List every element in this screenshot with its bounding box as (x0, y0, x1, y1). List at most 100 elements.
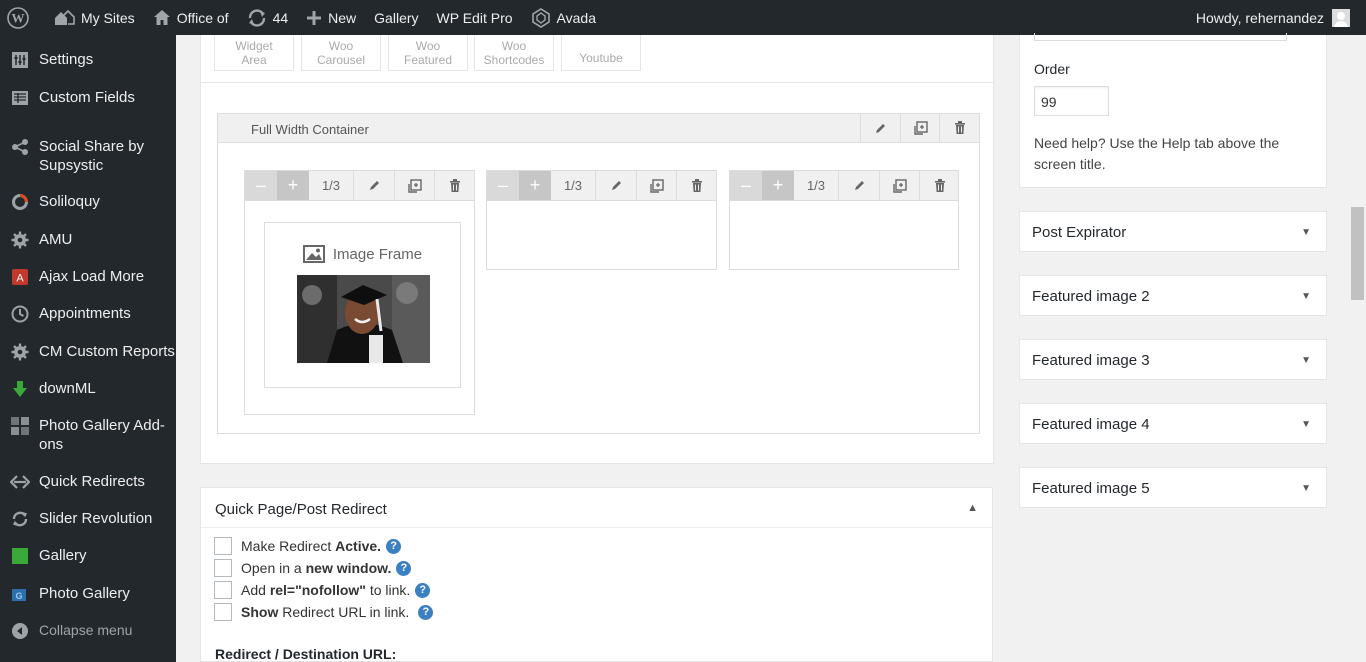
new-window-checkbox[interactable] (214, 559, 232, 577)
featured-image-2-metabox[interactable]: Featured image 2 ▼ (1019, 275, 1327, 316)
metabox-title: Post Expirator (1032, 224, 1127, 241)
expand-arrow-icon[interactable]: ▼ (1301, 419, 1311, 430)
column-three: – + 1/3 (729, 170, 959, 270)
post-expirator-metabox[interactable]: Post Expirator ▼ (1019, 211, 1327, 252)
column-decrease-button[interactable]: – (245, 171, 277, 200)
sidebar-item-label: Gallery (39, 547, 87, 564)
element-label: Woo Featured (403, 38, 453, 67)
sidebar-item-slider-revolution[interactable]: Slider Revolution (0, 509, 176, 529)
image-frame-element[interactable]: Image Frame (264, 222, 461, 388)
column-delete-button[interactable] (920, 171, 960, 200)
element-woo-carousel-button[interactable]: Woo Carousel (301, 35, 381, 71)
updates-menu[interactable]: 44 (238, 0, 298, 35)
element-woo-shortcodes-button[interactable]: Woo Shortcodes (474, 35, 554, 71)
help-icon[interactable]: ? (415, 582, 431, 598)
collapse-icon (10, 621, 30, 641)
image-frame-label: Image Frame (332, 245, 423, 263)
column-increase-button[interactable]: + (277, 171, 309, 200)
sidebar-item-label: downML (39, 380, 96, 397)
container-edit-button[interactable] (860, 114, 900, 142)
column-edit-button[interactable] (597, 171, 637, 200)
featured-image-4-metabox[interactable]: Featured image 4 ▼ (1019, 403, 1327, 444)
column-delete-button[interactable] (677, 171, 717, 200)
order-input[interactable]: 99 (1034, 86, 1109, 116)
template-select[interactable] (1034, 33, 1287, 41)
element-widget-area-button[interactable]: Widget Area (214, 35, 294, 71)
column-increase-button[interactable]: + (762, 171, 794, 200)
expand-arrow-icon[interactable]: ▼ (1301, 483, 1311, 494)
sidebar-item-amu[interactable]: AMU (0, 230, 176, 250)
column-clone-button[interactable] (395, 171, 435, 200)
new-label: New (328, 9, 357, 26)
column-delete-button[interactable] (435, 171, 475, 200)
option-text: to link. (365, 582, 411, 598)
column-clone-button[interactable] (637, 171, 677, 200)
container-delete-button[interactable] (939, 114, 979, 142)
svg-text:W: W (12, 10, 25, 25)
sidebar-item-quick-redirects[interactable]: Quick Redirects (0, 472, 176, 492)
divider (201, 82, 993, 83)
nofollow-checkbox[interactable] (214, 581, 232, 599)
metabox-title: Featured image 3 (1032, 352, 1150, 369)
metabox-header[interactable]: Quick Page/Post Redirect ▲ (201, 488, 992, 528)
collapse-menu-button[interactable]: Collapse menu (0, 621, 176, 641)
image-frame-header: Image Frame (265, 245, 460, 263)
clone-icon (649, 178, 664, 193)
new-content-menu[interactable]: New (297, 0, 365, 35)
option-text: Open in a (241, 560, 306, 576)
column-edit-button[interactable] (840, 171, 880, 200)
sidebar-item-soliloquy[interactable]: Soliloquy (0, 192, 176, 212)
sidebar-item-appointments[interactable]: Appointments (0, 304, 176, 324)
sidebar-item-label: Social Share by Supsystic (39, 138, 145, 174)
show-url-option[interactable]: Show Redirect URL in link. ? (214, 603, 434, 621)
container-clone-button[interactable] (900, 114, 940, 142)
option-bold-text: Active. (335, 538, 382, 554)
column-decrease-button[interactable]: – (487, 171, 519, 200)
sidebar-item-photo-gallery[interactable]: G Photo Gallery (0, 584, 176, 604)
column-decrease-button[interactable]: – (730, 171, 762, 200)
sidebar-item-ajax-load-more[interactable]: A Ajax Load More (0, 267, 176, 287)
new-window-option[interactable]: Open in a new window. ? (214, 559, 412, 577)
sidebar-item-label: Photo Gallery (39, 585, 130, 602)
element-woo-featured-button[interactable]: Woo Featured (388, 35, 468, 71)
wp-edit-pro-menu[interactable]: WP Edit Pro (428, 0, 522, 35)
featured-image-5-metabox[interactable]: Featured image 5 ▼ (1019, 467, 1327, 508)
metabox-title: Featured image 5 (1032, 480, 1150, 497)
nofollow-option[interactable]: Add rel="nofollow" to link. ? (214, 581, 431, 599)
gallery-menu[interactable]: Gallery (365, 0, 427, 35)
page-scrollbar[interactable] (1349, 35, 1366, 662)
help-icon[interactable]: ? (396, 560, 412, 576)
sidebar-item-cm-custom-reports[interactable]: CM Custom Reports (0, 342, 176, 362)
scrollbar-thumb[interactable] (1351, 207, 1364, 300)
sidebar-item-settings[interactable]: Settings (0, 50, 176, 70)
redirect-active-checkbox[interactable] (214, 537, 232, 555)
option-bold-text: new window. (305, 560, 392, 576)
sidebar-item-photo-gallery-addons[interactable]: Photo Gallery Add-ons (0, 416, 176, 454)
column-edit-button[interactable] (355, 171, 395, 200)
column-clone-button[interactable] (880, 171, 920, 200)
redirect-active-option[interactable]: Make Redirect Active. ? (214, 537, 402, 555)
help-icon[interactable]: ? (418, 604, 434, 620)
sidebar-item-gallery[interactable]: Gallery (0, 546, 176, 566)
wordpress-logo-button[interactable]: W (0, 0, 44, 35)
featured-image-3-metabox[interactable]: Featured image 3 ▼ (1019, 339, 1327, 380)
sidebar-item-label: Slider Revolution (39, 510, 153, 527)
sidebar-item-downml[interactable]: downML (0, 379, 176, 399)
my-account-menu[interactable]: Howdy, rehernandez (1196, 8, 1366, 27)
element-youtube-button[interactable]: Youtube (561, 35, 641, 71)
show-url-checkbox[interactable] (214, 603, 232, 621)
column-increase-button[interactable]: + (519, 171, 551, 200)
site-name-menu[interactable]: Office of (144, 0, 238, 35)
sidebar-item-custom-fields[interactable]: Custom Fields (0, 88, 176, 108)
expand-arrow-icon[interactable]: ▼ (1301, 355, 1311, 366)
element-label: Widget Area (235, 38, 273, 67)
avada-menu[interactable]: Avada (522, 0, 605, 35)
sidebar-item-social-share[interactable]: Social Share by Supsystic (0, 137, 170, 175)
metabox-title: Featured image 4 (1032, 416, 1150, 433)
collapse-arrow-icon[interactable]: ▲ (967, 502, 978, 514)
my-sites-menu[interactable]: My Sites (44, 0, 144, 35)
gallery-label: Gallery (374, 9, 419, 26)
expand-arrow-icon[interactable]: ▼ (1301, 291, 1311, 302)
expand-arrow-icon[interactable]: ▼ (1301, 227, 1311, 238)
help-icon[interactable]: ? (386, 538, 402, 554)
